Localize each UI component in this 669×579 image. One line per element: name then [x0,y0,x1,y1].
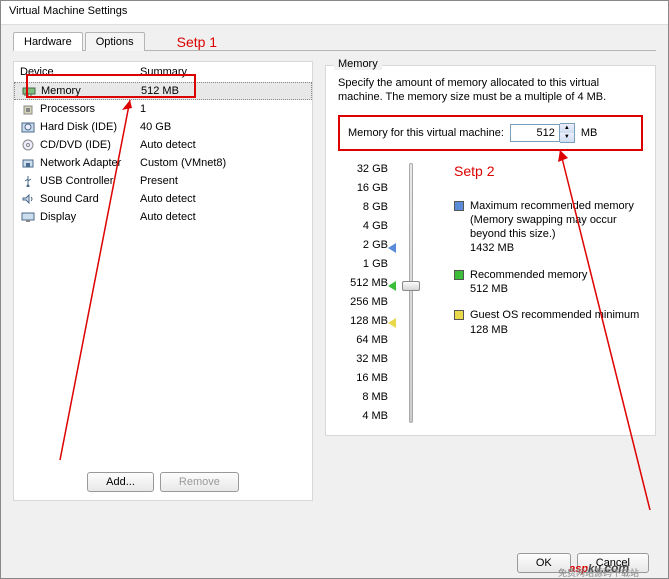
device-name: Display [40,211,140,223]
device-name: USB Controller [40,175,140,187]
legend-min-value: 128 MB [470,323,639,337]
device-name: Hard Disk (IDE) [40,121,140,133]
scale-tick: 256 MB [338,296,388,308]
square-icon [454,201,464,211]
legend-max-value: 1432 MB [470,241,643,255]
marker-max-icon [388,243,396,253]
device-name: CD/DVD (IDE) [40,139,140,151]
device-row-cd-dvd-ide-[interactable]: CD/DVD (IDE)Auto detect [14,136,312,154]
memory-icon [21,84,37,98]
nic-icon [20,156,36,170]
device-name: Network Adapter [40,157,140,169]
device-row-processors[interactable]: Processors1 [14,100,312,118]
device-list: Memory512 MBProcessors1Hard Disk (IDE)40… [14,82,312,464]
tabs: Hardware Options Setp 1 [13,31,656,51]
memory-scale: 32 GB 16 GB 8 GB 4 GB 2 GB 1 GB 512 MB 256 MB 12… [338,163,388,423]
device-list-panel: Device Summary Memory512 MBProcessors1Ha… [13,61,313,501]
legend-rec-value: 512 MB [470,282,587,296]
memory-input[interactable] [510,124,560,142]
annotation-step1: Setp 1 [177,34,217,50]
legend-rec-title: Recommended memory [470,268,587,282]
memory-desc: Specify the amount of memory allocated t… [338,76,643,105]
window-title: Virtual Machine Settings [9,5,127,17]
slider-thumb[interactable] [402,281,420,291]
memory-unit: MB [581,127,598,139]
device-summary: 40 GB [140,121,306,133]
display-icon [20,210,36,224]
scale-tick: 32 MB [338,353,388,365]
settings-window: Virtual Machine Settings Hardware Option… [0,0,669,579]
marker-min-icon [388,318,396,328]
hdd-icon [20,120,36,134]
device-summary: Auto detect [140,193,306,205]
scale-tick: 8 GB [338,201,388,213]
add-button[interactable]: Add... [87,472,154,492]
cpu-icon [20,102,36,116]
scale-tick: 16 MB [338,372,388,384]
scale-tick: 128 MB [338,315,388,327]
square-icon [454,270,464,280]
device-row-sound-card[interactable]: Sound CardAuto detect [14,190,312,208]
header-summary: Summary [140,66,306,78]
device-summary: 1 [140,103,306,115]
scale-tick: 8 MB [338,391,388,403]
marker-rec-icon [388,281,396,291]
legend: Setp 2 Maximum recommended memory (Memor… [434,163,643,423]
sound-icon [20,192,36,206]
device-summary: 512 MB [141,85,305,97]
cd-icon [20,138,36,152]
memory-spinner[interactable]: ▲ ▼ [510,123,575,143]
device-row-usb-controller[interactable]: USB ControllerPresent [14,172,312,190]
header-device: Device [20,66,140,78]
scale-tick: 32 GB [338,163,388,175]
scale-tick: 1 GB [338,258,388,270]
slider-track[interactable] [409,163,413,423]
column-headers: Device Summary [14,62,312,82]
legend-max-note: (Memory swapping may occur beyond this s… [470,213,643,242]
scale-tick: 2 GB [338,239,388,251]
scale-tick: 16 GB [338,182,388,194]
tab-hardware[interactable]: Hardware [13,32,83,51]
scale-tick: 4 MB [338,410,388,422]
device-summary: Present [140,175,306,187]
memory-slider[interactable] [396,163,426,423]
title-bar: Virtual Machine Settings [1,1,668,25]
scale-tick: 64 MB [338,334,388,346]
annotation-step2: Setp 2 [454,163,643,179]
device-row-network-adapter[interactable]: Network AdapterCustom (VMnet8) [14,154,312,172]
device-name: Processors [40,103,140,115]
legend-min-title: Guest OS recommended minimum [470,308,639,322]
legend-min: Guest OS recommended minimum 128 MB [454,308,643,337]
remove-button: Remove [160,472,239,492]
tab-options[interactable]: Options [85,32,145,51]
device-summary: Auto detect [140,211,306,223]
device-row-hard-disk-ide-[interactable]: Hard Disk (IDE)40 GB [14,118,312,136]
group-title: Memory [334,58,382,70]
spin-down-icon[interactable]: ▼ [560,133,574,142]
memory-input-row: Memory for this virtual machine: ▲ ▼ MB [338,115,643,151]
watermark-sub: 免费网站源码下载站 [558,566,639,579]
spin-up-icon[interactable]: ▲ [560,124,574,133]
device-name: Sound Card [40,193,140,205]
device-row-memory[interactable]: Memory512 MB [14,82,312,100]
scale-tick: 4 GB [338,220,388,232]
scale-tick: 512 MB [338,277,388,289]
legend-rec: Recommended memory 512 MB [454,268,643,297]
legend-max-title: Maximum recommended memory [470,199,643,213]
device-summary: Auto detect [140,139,306,151]
legend-max: Maximum recommended memory (Memory swapp… [454,199,643,256]
square-icon [454,310,464,320]
device-row-display[interactable]: DisplayAuto detect [14,208,312,226]
memory-input-label: Memory for this virtual machine: [348,127,504,139]
usb-icon [20,174,36,188]
device-summary: Custom (VMnet8) [140,157,306,169]
device-name: Memory [41,85,141,97]
memory-group: Memory Specify the amount of memory allo… [325,65,656,436]
